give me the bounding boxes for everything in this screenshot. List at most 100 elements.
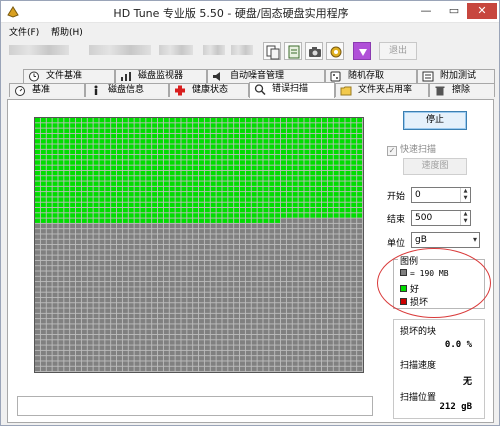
good-block (357, 176, 363, 181)
tab-folder-usage[interactable]: 文件夹占用率 (335, 83, 429, 97)
quick-scan-checkbox[interactable]: ✓ 快速扫描 (387, 142, 436, 156)
tab-disk-monitor[interactable]: 磁盘监视器 (115, 69, 207, 83)
good-block (117, 181, 122, 186)
pending-block (152, 313, 158, 319)
good-block (199, 123, 204, 128)
pending-block (93, 313, 99, 319)
good-block (327, 128, 333, 133)
pending-block (351, 234, 357, 239)
good-block (146, 160, 152, 165)
unit-select[interactable]: gB ▾ (411, 232, 480, 248)
good-block (345, 197, 351, 202)
pending-block (240, 313, 245, 319)
pending-block (117, 308, 122, 313)
pending-block (128, 239, 134, 245)
copy-info-button[interactable] (263, 42, 281, 60)
pending-block (304, 229, 310, 234)
tab-extra-tests[interactable]: 附加测试 (417, 69, 495, 83)
good-block (146, 170, 152, 176)
pending-block (52, 324, 58, 329)
menu-help[interactable]: 帮助(H) (51, 25, 83, 38)
tab-benchmark[interactable]: 基准 (9, 83, 85, 97)
pending-block (87, 334, 93, 340)
pending-block (345, 266, 351, 271)
good-block (187, 144, 193, 149)
good-block (111, 176, 117, 181)
pending-block (193, 271, 199, 276)
download-button[interactable] (353, 42, 371, 60)
pending-block (193, 366, 199, 372)
good-block (286, 149, 292, 155)
pending-block (333, 239, 339, 245)
save-report-button[interactable] (284, 42, 302, 60)
spinner-arrows-icon[interactable]: ▲ ▼ (460, 188, 470, 202)
pending-block (199, 340, 204, 345)
good-block (140, 181, 146, 186)
options-button[interactable] (326, 42, 344, 60)
tab-random-access[interactable]: 随机存取 (325, 69, 417, 83)
good-block (234, 144, 240, 149)
good-block (286, 128, 292, 133)
good-block (222, 149, 228, 155)
good-block (93, 128, 99, 133)
tab-health[interactable]: 健康状态 (169, 83, 249, 97)
good-block (70, 213, 76, 218)
pending-block (181, 297, 187, 303)
pending-block (117, 324, 122, 329)
good-block (204, 128, 210, 133)
start-input[interactable]: 0 ▲ ▼ (411, 187, 471, 203)
pending-block (333, 366, 339, 372)
pending-block (251, 329, 257, 335)
good-block (146, 213, 152, 218)
pending-block (181, 250, 187, 255)
menu-file[interactable]: 文件(F) (9, 25, 39, 38)
pending-block (345, 319, 351, 324)
good-block (333, 176, 339, 181)
pending-block (281, 287, 286, 292)
pending-block (158, 366, 163, 372)
pending-block (263, 334, 269, 340)
pending-block (216, 308, 222, 313)
pending-block (240, 229, 245, 234)
good-block (70, 128, 76, 133)
good-block (251, 218, 257, 223)
pending-block (204, 303, 210, 308)
exit-button[interactable]: 退出 (379, 42, 417, 60)
tab-error-scan[interactable]: 错误扫描 (249, 82, 335, 98)
good-block (298, 123, 304, 128)
pending-block (175, 239, 181, 245)
tab-aam[interactable]: 自动噪音管理 (207, 69, 325, 83)
good-block (122, 202, 128, 208)
good-block (193, 207, 199, 213)
pending-block (216, 260, 222, 266)
good-block (70, 139, 76, 144)
tab-file-benchmark[interactable]: 文件基准 (23, 69, 115, 83)
good-block (210, 118, 216, 123)
stop-button[interactable]: 停止 (403, 111, 467, 130)
drive-selector-blurred[interactable] (9, 45, 69, 55)
screenshot-button[interactable] (305, 42, 323, 60)
pending-block (351, 276, 357, 282)
pending-block (187, 245, 193, 250)
good-block (269, 155, 275, 160)
pending-block (345, 255, 351, 260)
good-block (128, 123, 134, 128)
good-block (117, 165, 122, 171)
speed-map-button[interactable]: 速度图 (403, 158, 467, 175)
pending-block (40, 250, 46, 255)
close-button[interactable]: ✕ (467, 3, 497, 19)
pending-block (269, 260, 275, 266)
pending-block (87, 366, 93, 372)
spinner-arrows-icon[interactable]: ▲ ▼ (460, 211, 470, 225)
pending-block (263, 366, 269, 372)
minimize-button[interactable]: — (415, 3, 437, 19)
pending-block (269, 308, 275, 313)
end-input[interactable]: 500 ▲ ▼ (411, 210, 471, 226)
pending-block (245, 297, 251, 303)
good-block (181, 118, 187, 123)
pending-block (275, 345, 281, 350)
tab-erase[interactable]: 擦除 (429, 83, 495, 97)
maximize-button[interactable]: ▭ (443, 3, 465, 19)
tab-disk-info[interactable]: 磁盘信息 (85, 83, 169, 97)
good-block (105, 176, 111, 181)
